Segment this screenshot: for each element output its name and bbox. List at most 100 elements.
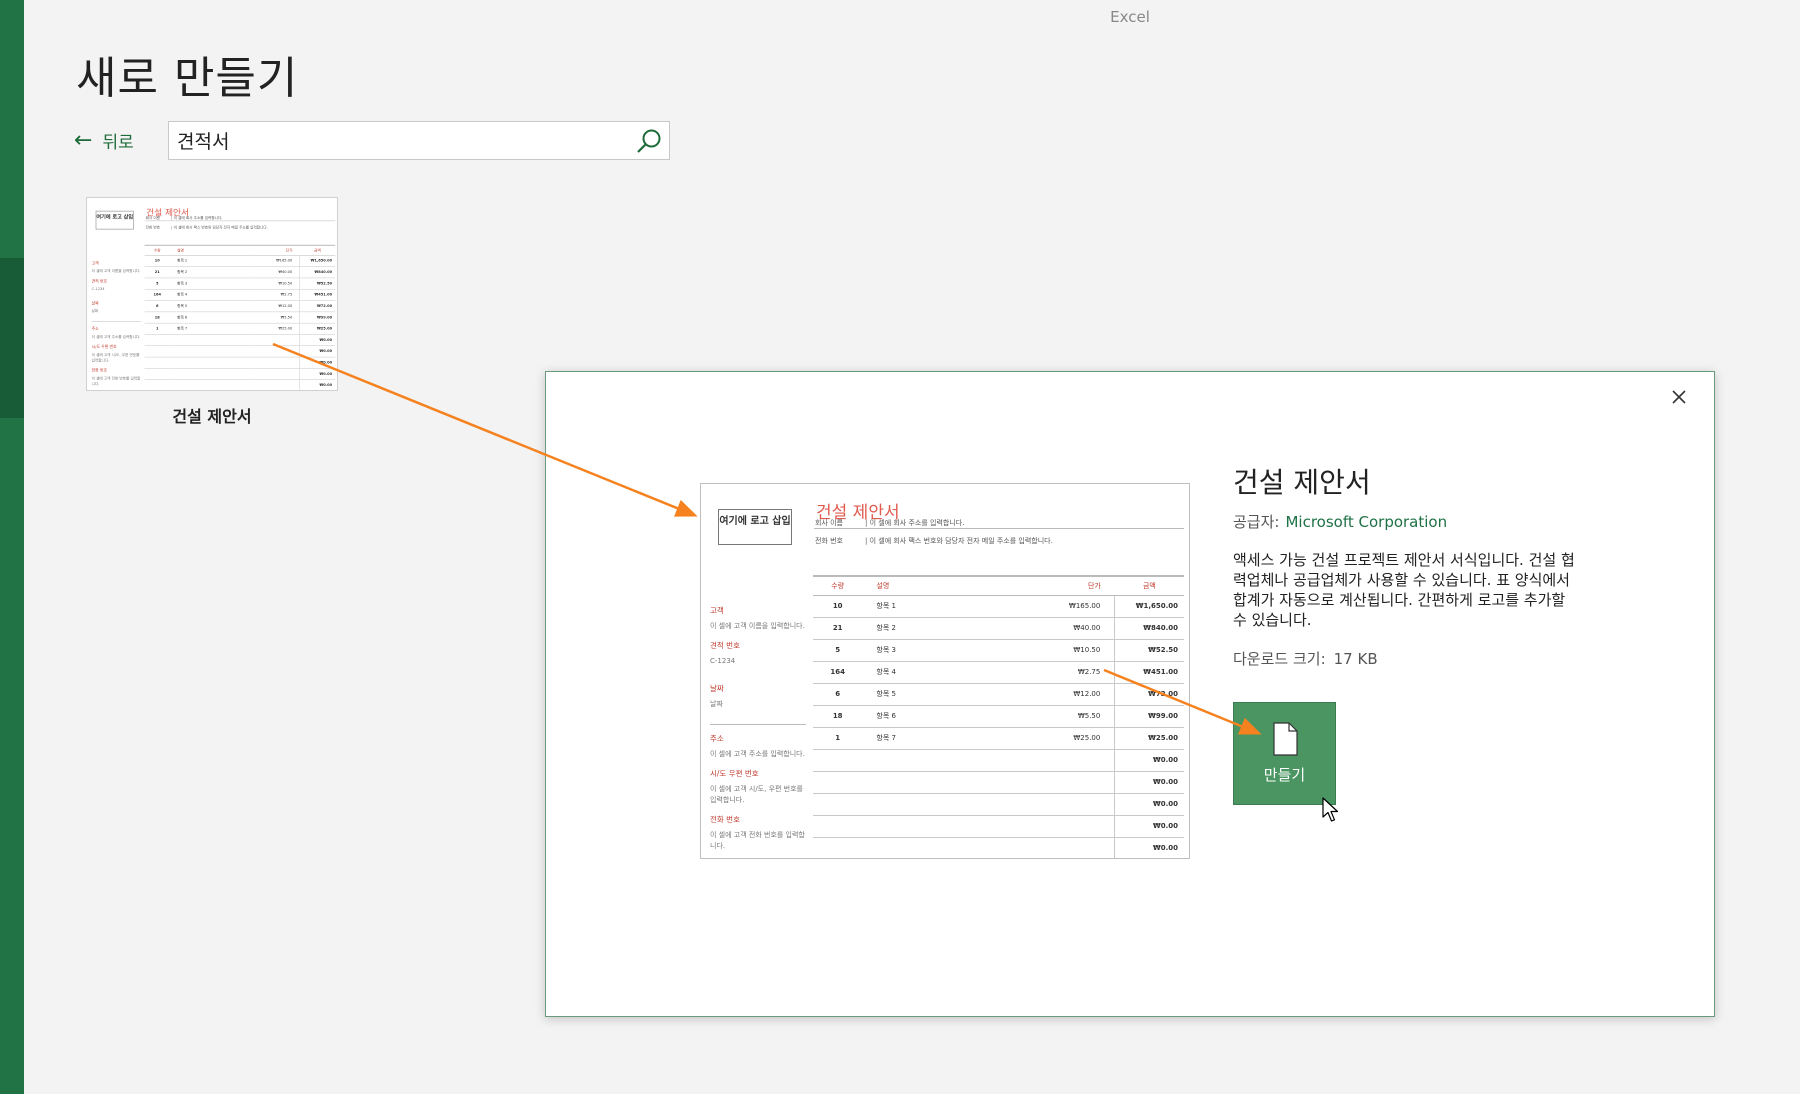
table-cell-amt: ₩99.00 (299, 311, 336, 324)
table-cell-amt: ₩0.00 (1114, 837, 1184, 858)
table-cell-price (254, 334, 300, 346)
table-cell-amt: ₩1,650.00 (299, 255, 336, 267)
table-cell-qty (144, 356, 170, 369)
table-row: 10 항목 1 ₩165.00 ₩1,650.00 (144, 255, 336, 267)
table-cell-price: ₩40.00 (1027, 617, 1115, 640)
table-row: ₩0.00 (813, 815, 1184, 838)
table-cell-desc: 항목 5 (862, 683, 1028, 706)
date-value: 날짜 (710, 700, 723, 708)
table-row: 18 항목 6 ₩5.50 ₩99.00 (813, 705, 1184, 728)
table-cell-desc: 항목 4 (862, 661, 1028, 684)
template-tile[interactable]: 여기에 로고 삽입 건설 제안서 회사 이름 | 이 셀에 회사 주소를 입력합니… (86, 197, 338, 427)
table-cell-price (254, 368, 300, 380)
table-cell-amt: ₩99.00 (1114, 705, 1184, 728)
search-box (168, 121, 670, 160)
preview-doc: 여기에 로고 삽입 건설 제안서 회사 이름 | 이 셀에 회사 주소를 입력합니… (701, 484, 1189, 858)
table-cell-desc (169, 379, 255, 390)
table-cell-qty: 6 (144, 300, 170, 312)
table-header-desc: 설명 (862, 575, 1028, 596)
table-cell-qty: 10 (144, 255, 170, 267)
close-icon (1672, 390, 1686, 404)
table-cell-desc (862, 837, 1028, 858)
template-name: 건설 제안서 (1233, 466, 1371, 499)
table-cell-desc (862, 749, 1028, 772)
table-cell-price (1027, 815, 1115, 838)
table-row: ₩0.00 (813, 771, 1184, 794)
table-cell-qty: 21 (144, 266, 170, 278)
new-document-icon (1272, 722, 1298, 756)
preview-customer-panel: 고객 이 셀에 고객 이름을 입력합니다. 견적 번호 C-1234 날짜 날짜… (710, 597, 806, 852)
table-header-qty: 수량 (144, 244, 170, 256)
table-cell-desc: 항목 3 (862, 639, 1028, 662)
table-cell-price: ₩10.50 (1027, 639, 1115, 662)
table-cell-price: ₩40.00 (254, 266, 300, 278)
city-label: 시/도 우편 번호 (710, 769, 759, 778)
thumb-customer-panel: 고객 이 셀에 고객 이름을 입력합니다. 견적 번호 C-1234 날짜 날짜… (91, 260, 141, 387)
table-row: 1 항목 7 ₩25.00 ₩25.00 (144, 322, 336, 335)
table-cell-amt: ₩72.00 (299, 300, 336, 312)
back-button[interactable]: ← 뒤로 (74, 128, 134, 153)
table-row: 6 항목 5 ₩12.00 ₩72.00 (144, 300, 336, 312)
sidebar-selected-item[interactable] (0, 258, 24, 418)
template-info: 건설 제안서 공급자: Microsoft Corporation 액세스 가능 … (1233, 461, 1583, 669)
customer-label: 고객 (710, 606, 724, 615)
preview-phone-row: 전화 번호 | 이 셀에 회사 팩스 번호와 담당자 전자 메일 주소를 입력합니… (815, 537, 1053, 545)
customer-phone-label: 전화 번호 (710, 815, 740, 824)
table-cell-desc: 항목 1 (169, 255, 255, 267)
provider-name: Microsoft Corporation (1285, 513, 1448, 531)
table-cell-desc: 항목 1 (862, 595, 1028, 618)
table-cell-qty: 164 (813, 661, 863, 684)
table-row: ₩0.00 (144, 334, 336, 346)
table-header-price: 단가 (254, 244, 300, 256)
table-cell-price: ₩10.50 (254, 277, 300, 290)
table-cell-amt: ₩451.00 (299, 288, 336, 301)
table-row: 164 항목 4 ₩2.75 ₩451.00 (144, 288, 336, 301)
table-cell-price (1027, 837, 1115, 858)
table-cell-amt: ₩0.00 (299, 345, 336, 358)
table-cell-qty (144, 345, 170, 358)
create-label: 만들기 (1263, 766, 1306, 784)
table-row: 5 항목 3 ₩10.50 ₩52.50 (144, 277, 336, 290)
back-arrow-icon: ← (74, 127, 93, 153)
table-cell-amt: ₩451.00 (1114, 661, 1184, 684)
template-thumbnail[interactable]: 여기에 로고 삽입 건설 제안서 회사 이름 | 이 셀에 회사 주소를 입력합니… (86, 197, 338, 391)
preview-company-row: 회사 이름 | 이 셀에 회사 주소를 입력합니다. (815, 519, 965, 527)
close-button[interactable] (1664, 382, 1694, 412)
quote-value: C-1234 (710, 657, 736, 665)
table-cell-price: ₩165.00 (254, 255, 300, 267)
table-cell-price: ₩5.50 (1027, 705, 1115, 728)
table-cell-amt: ₩840.00 (1114, 617, 1184, 640)
create-button[interactable]: 만들기 (1233, 702, 1336, 805)
table-cell-qty (813, 749, 863, 772)
download-size-label: 다운로드 크기: (1233, 650, 1326, 668)
table-cell-price (254, 356, 300, 369)
table-cell-qty: 1 (813, 727, 863, 750)
template-tile-label[interactable]: 건설 제안서 (86, 403, 338, 427)
table-cell-qty: 1 (144, 322, 170, 335)
table-cell-qty: 21 (813, 617, 863, 640)
table-cell-amt: ₩52.50 (1114, 639, 1184, 662)
table-cell-amt: ₩52.50 (299, 277, 336, 290)
table-cell-desc (169, 345, 255, 358)
table-row: ₩0.00 (813, 749, 1184, 772)
items-table: 수량 설명 단가 금액 10 항목 1 ₩165.00 ₩1,650.00 21 항목 2 ₩40.… (813, 575, 1184, 858)
search-icon[interactable] (629, 122, 669, 159)
search-input[interactable] (169, 122, 629, 159)
table-cell-desc (169, 368, 255, 380)
template-details-dialog: 여기에 로고 삽입 건설 제안서 회사 이름 | 이 셀에 회사 주소를 입력합니… (545, 371, 1715, 1017)
table-cell-desc (862, 793, 1028, 816)
table-cell-qty (144, 334, 170, 346)
customer-phone-value: 이 셀에 고객 전화 번호를 입력합니다. (710, 831, 805, 850)
table-row: 6 항목 5 ₩12.00 ₩72.00 (813, 683, 1184, 706)
table-cell-amt: ₩0.00 (299, 334, 336, 346)
table-cell-qty (144, 368, 170, 380)
table-row: 5 항목 3 ₩10.50 ₩52.50 (813, 639, 1184, 662)
table-row: 18 항목 6 ₩5.50 ₩99.00 (144, 311, 336, 324)
table-cell-amt: ₩0.00 (299, 356, 336, 369)
table-cell-desc: 항목 2 (169, 266, 255, 278)
table-header-price: 단가 (1027, 575, 1115, 596)
table-row: ₩0.00 (813, 793, 1184, 816)
page-title: 새로 만들기 (76, 53, 299, 104)
table-cell-amt: ₩1,650.00 (1114, 595, 1184, 618)
address-label: 주소 (710, 734, 724, 743)
